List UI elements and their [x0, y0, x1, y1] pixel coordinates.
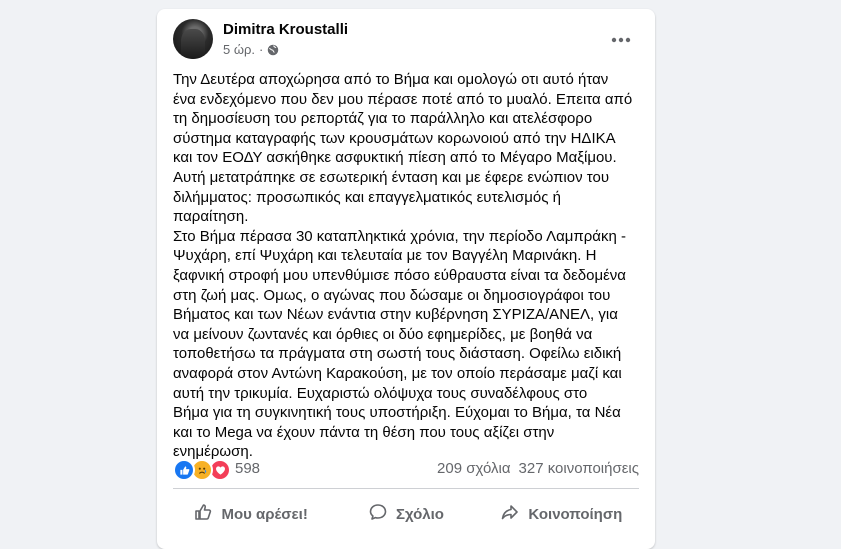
thumbs-up-icon — [193, 502, 213, 526]
reactions-bar: 598 209 σχόλια 327 κοινοποιήσεις — [173, 459, 639, 481]
share-button[interactable]: Κοινοποίηση — [484, 496, 639, 532]
post-header: Dimitra Kroustalli 5 ώρ. · — [173, 19, 639, 59]
like-label: Μου αρέσει! — [221, 505, 308, 523]
author-name[interactable]: Dimitra Kroustalli — [223, 21, 348, 38]
comment-icon — [368, 502, 388, 526]
engagement-counts: 209 σχόλια 327 κοινοποιήσεις — [437, 460, 639, 477]
post-card: Dimitra Kroustalli 5 ώρ. · Την Δευτέρα α… — [157, 9, 655, 549]
reaction-count[interactable]: 598 — [235, 460, 260, 477]
comment-label: Σχόλιο — [396, 505, 444, 523]
divider — [173, 488, 639, 489]
post-text: Την Δευτέρα αποχώρησα από το Βήμα και ομ… — [173, 71, 633, 461]
post-meta: 5 ώρ. · — [223, 42, 279, 57]
more-horizontal-icon — [611, 30, 631, 48]
like-icon — [173, 459, 195, 481]
more-options-button[interactable] — [603, 21, 639, 57]
reaction-icons[interactable] — [173, 459, 231, 481]
like-button[interactable]: Μου αρέσει! — [173, 496, 328, 532]
shares-count[interactable]: 327 κοινοποιήσεις — [519, 460, 639, 477]
avatar[interactable] — [173, 19, 213, 59]
comment-button[interactable]: Σχόλιο — [328, 496, 483, 532]
share-label: Κοινοποίηση — [528, 505, 623, 523]
meta-separator: · — [259, 42, 264, 57]
comments-count[interactable]: 209 σχόλια — [437, 460, 510, 477]
action-bar: Μου αρέσει! Σχόλιο Κοινοποίηση — [173, 496, 639, 532]
share-icon — [500, 502, 520, 526]
post-time[interactable]: 5 ώρ. — [223, 42, 255, 57]
globe-icon[interactable] — [267, 44, 279, 56]
